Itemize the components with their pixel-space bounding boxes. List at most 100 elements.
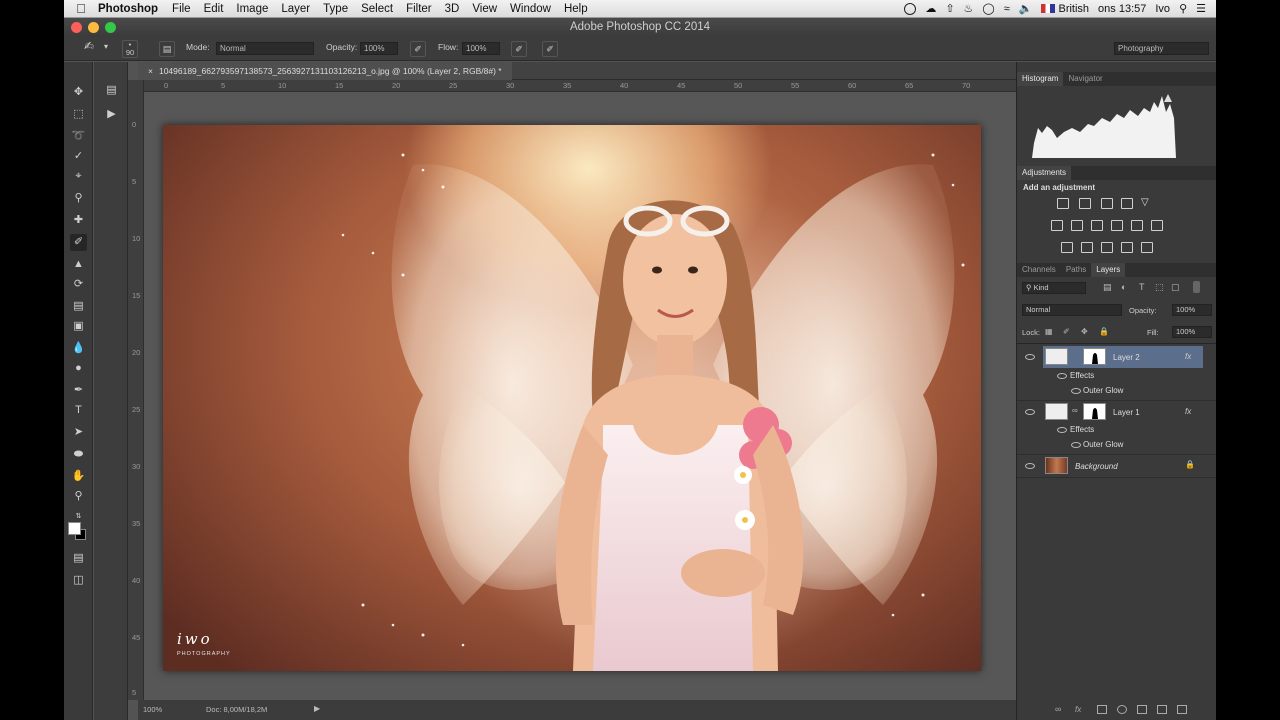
airbrush-icon[interactable]: ✐ (511, 41, 527, 57)
pressure-size-icon[interactable]: ✐ (542, 41, 558, 57)
lock-transparent-icon[interactable]: ▦ (1045, 327, 1053, 336)
healing-brush-tool-icon[interactable]: ✚ (70, 212, 87, 229)
volume-icon[interactable]: 🔈 (1019, 2, 1033, 15)
screen-mode-icon[interactable]: ◫ (70, 572, 87, 589)
invert-icon[interactable] (1061, 242, 1073, 253)
menu-edit[interactable]: Edit (204, 3, 224, 15)
tab-paths[interactable]: Paths (1061, 263, 1091, 277)
workspace-select[interactable]: Photography (1114, 42, 1209, 55)
close-window-button[interactable] (71, 22, 82, 33)
document-tab[interactable]: × 10496189_662793597138573_25639271311031… (138, 62, 512, 80)
menu-file[interactable]: File (172, 3, 191, 15)
menu-3d[interactable]: 3D (445, 3, 460, 15)
blur-tool-icon[interactable]: 💧 (70, 340, 87, 357)
brush-size-picker[interactable]: • 90 (122, 40, 138, 58)
actions-panel-icon[interactable]: ▶ (103, 106, 120, 123)
lock-all-icon[interactable]: 🔒 (1099, 327, 1109, 336)
minimize-window-button[interactable] (88, 22, 99, 33)
eyedropper-tool-icon[interactable]: ⚲ (70, 190, 87, 207)
tab-layers[interactable]: Layers (1091, 263, 1126, 277)
move-tool-icon[interactable]: ✥ (70, 84, 87, 101)
new-adjustment-layer-icon[interactable] (1117, 705, 1127, 714)
add-mask-icon[interactable] (1097, 705, 1107, 714)
menu-help[interactable]: Help (564, 3, 588, 15)
input-source[interactable]: British (1041, 3, 1089, 15)
gradient-tool-icon[interactable]: ▣ (70, 318, 87, 335)
layer-thumbnail[interactable] (1045, 348, 1068, 365)
layer-mask-thumbnail[interactable] (1083, 403, 1106, 420)
filter-toggle[interactable] (1193, 281, 1200, 293)
wifi-icon[interactable]: ≈ (1004, 3, 1010, 15)
layer-row[interactable]: Background 🔒 (1017, 454, 1216, 476)
time-machine-icon[interactable]: ◯ (982, 2, 994, 15)
user-menu[interactable]: Ivo (1155, 3, 1170, 15)
layer-name[interactable]: Background (1075, 462, 1118, 471)
layer-row[interactable]: Layer 2 fx (1017, 346, 1216, 368)
brightness-contrast-icon[interactable] (1057, 198, 1069, 209)
bell-icon[interactable]: ♨ (964, 2, 974, 15)
effect-name[interactable]: Outer Glow (1083, 386, 1123, 395)
layer-thumbnail[interactable] (1045, 403, 1068, 420)
menu-layer[interactable]: Layer (281, 3, 310, 15)
mode-select[interactable]: Normal (216, 42, 314, 55)
filter-type-icon[interactable]: T (1139, 282, 1145, 292)
effects-eye-icon[interactable] (1057, 427, 1067, 433)
foreground-color-swatch[interactable] (68, 522, 81, 535)
layer-filter-select[interactable]: ⚲ Kind (1022, 282, 1086, 294)
brush-panel-toggle-icon[interactable]: ▤ (159, 41, 175, 57)
layer-row[interactable]: ∞ Layer 1 fx (1017, 400, 1216, 422)
selective-color-icon[interactable] (1121, 242, 1133, 253)
channel-mixer-icon[interactable] (1131, 220, 1143, 231)
brush-tool-preset-icon[interactable]: ✍ (84, 39, 94, 53)
link-icon[interactable]: ∞ (1072, 406, 1078, 415)
clone-stamp-tool-icon[interactable]: ▲ (70, 256, 87, 273)
lock-image-icon[interactable]: ✐ (1063, 327, 1070, 336)
curves-icon[interactable] (1101, 198, 1113, 209)
brush-tool-icon[interactable]: ✐ (70, 234, 87, 251)
menu-image[interactable]: Image (236, 3, 268, 15)
threshold-icon[interactable] (1101, 242, 1113, 253)
shape-tool-icon[interactable]: ⬬ (70, 446, 87, 463)
lock-position-icon[interactable]: ✥ (1081, 327, 1088, 336)
quick-mask-icon[interactable]: ▤ (70, 550, 87, 567)
add-layer-style-icon[interactable]: fx (1075, 705, 1085, 714)
apple-icon[interactable]:  (64, 1, 98, 16)
menu-filter[interactable]: Filter (406, 3, 432, 15)
pen-tool-icon[interactable]: ✒ (70, 382, 87, 399)
zoom-tool-icon[interactable]: ⚲ (70, 488, 87, 505)
menu-select[interactable]: Select (361, 3, 393, 15)
visibility-eye-icon[interactable] (1025, 354, 1035, 360)
notification-center-icon[interactable]: ☰ (1196, 2, 1206, 15)
blend-mode-select[interactable]: Normal (1022, 304, 1122, 316)
link-layers-icon[interactable]: ∞ (1055, 705, 1065, 714)
new-layer-icon[interactable] (1157, 705, 1167, 714)
visibility-eye-icon[interactable] (1025, 409, 1035, 415)
menu-view[interactable]: View (472, 3, 497, 15)
fx-icon[interactable]: fx (1185, 407, 1191, 416)
color-lookup-icon[interactable] (1151, 220, 1163, 231)
effect-eye-icon[interactable] (1071, 388, 1081, 394)
effects-eye-icon[interactable] (1057, 373, 1067, 379)
filter-shape-icon[interactable]: ⬚ (1155, 282, 1164, 293)
filter-adjustment-icon[interactable]: ◐ (1121, 282, 1126, 292)
fill-input[interactable]: 100% (1172, 326, 1212, 338)
tab-navigator[interactable]: Navigator (1063, 72, 1107, 86)
layer-mask-thumbnail[interactable] (1083, 348, 1106, 365)
exposure-icon[interactable] (1121, 198, 1133, 209)
flow-input[interactable]: 100% (462, 42, 500, 55)
new-group-icon[interactable] (1137, 705, 1147, 714)
hand-tool-icon[interactable]: ✋ (70, 468, 87, 485)
tab-channels[interactable]: Channels (1017, 263, 1061, 277)
pressure-opacity-icon[interactable]: ✐ (410, 41, 426, 57)
menu-window[interactable]: Window (510, 3, 551, 15)
color-balance-icon[interactable] (1071, 220, 1083, 231)
levels-icon[interactable] (1079, 198, 1091, 209)
fx-icon[interactable]: fx (1185, 352, 1191, 361)
eraser-tool-icon[interactable]: ▤ (70, 298, 87, 315)
layer-name[interactable]: Layer 2 (1113, 353, 1140, 362)
spotlight-search-icon[interactable]: ⚲ (1179, 2, 1187, 15)
quick-selection-tool-icon[interactable]: ✓ (70, 148, 87, 165)
posterize-icon[interactable] (1081, 242, 1093, 253)
tab-adjustments[interactable]: Adjustments (1017, 166, 1072, 180)
history-panel-icon[interactable]: ▤ (103, 82, 120, 99)
